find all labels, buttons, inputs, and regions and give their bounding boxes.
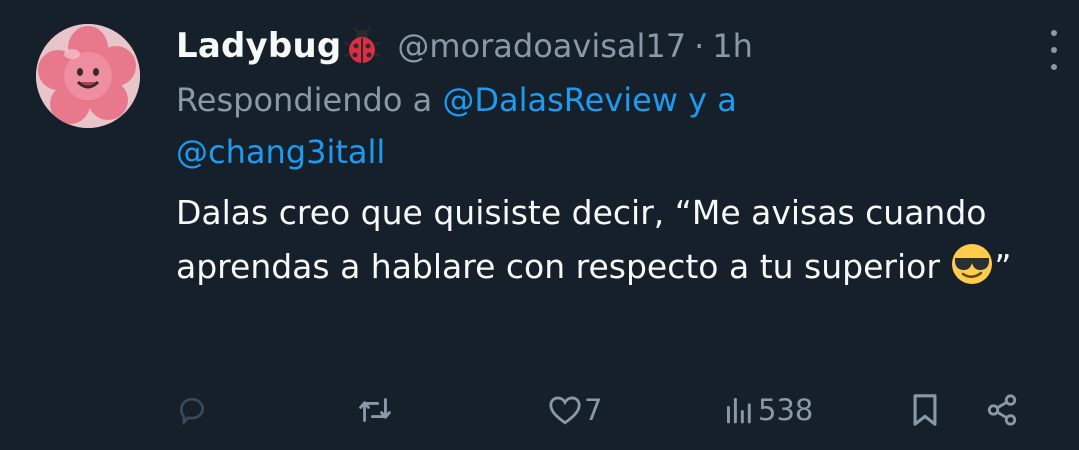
share-icon: [984, 393, 1020, 427]
like-button[interactable]: 7: [548, 386, 602, 434]
tweet-content: Ladybug @moradoavisal17 · 1h Respondiend…: [176, 22, 1057, 294]
bookmark-button[interactable]: [910, 386, 940, 434]
more-dot-icon: [1051, 30, 1057, 36]
tweet-header: Ladybug @moradoavisal17 · 1h: [176, 22, 1057, 70]
reply-conjunction: y a: [688, 81, 737, 119]
mention-link-chang3itall[interactable]: @chang3itall: [176, 133, 385, 171]
tweet-text: Dalas creo que quisiste decir, “Me avisa…: [176, 186, 1056, 294]
bookmark-icon: [910, 393, 940, 427]
retweet-icon: [358, 394, 392, 426]
reply-icon: [176, 394, 208, 426]
avatar-image: [36, 24, 140, 128]
tweet-text-closing-quote: ”: [994, 247, 1012, 286]
reply-button[interactable]: [176, 386, 208, 434]
timestamp[interactable]: 1h: [712, 27, 753, 65]
display-name[interactable]: Ladybug: [176, 26, 341, 66]
action-bar: 7 538: [176, 386, 1038, 434]
reply-prefix: Respondiendo a: [176, 81, 433, 119]
tweet[interactable]: Ladybug @moradoavisal17 · 1h Respondiend…: [0, 0, 1079, 450]
more-dot-icon: [1051, 64, 1057, 70]
tweet-text-body: Dalas creo que quisiste decir, “Me avisa…: [176, 193, 987, 286]
share-button[interactable]: [984, 386, 1020, 434]
separator-dot: ·: [694, 27, 705, 65]
ladybug-icon: [343, 27, 381, 65]
replying-to-line: Respondiendo a @DalasReview y a @chang3i…: [176, 74, 936, 178]
mention-link-dalasreview[interactable]: @DalasReview: [442, 81, 678, 119]
more-options-button[interactable]: [1042, 30, 1066, 70]
more-dot-icon: [1051, 47, 1057, 53]
views-button[interactable]: 538: [722, 386, 813, 434]
retweet-button[interactable]: [358, 386, 392, 434]
views-icon: [722, 394, 756, 426]
avatar[interactable]: [36, 24, 140, 128]
heart-icon: [548, 394, 582, 426]
views-count: 538: [758, 393, 814, 427]
like-count: 7: [584, 393, 603, 427]
user-handle[interactable]: @moradoavisal17: [397, 27, 686, 65]
smiling-face-with-sunglasses-icon: [950, 242, 994, 286]
